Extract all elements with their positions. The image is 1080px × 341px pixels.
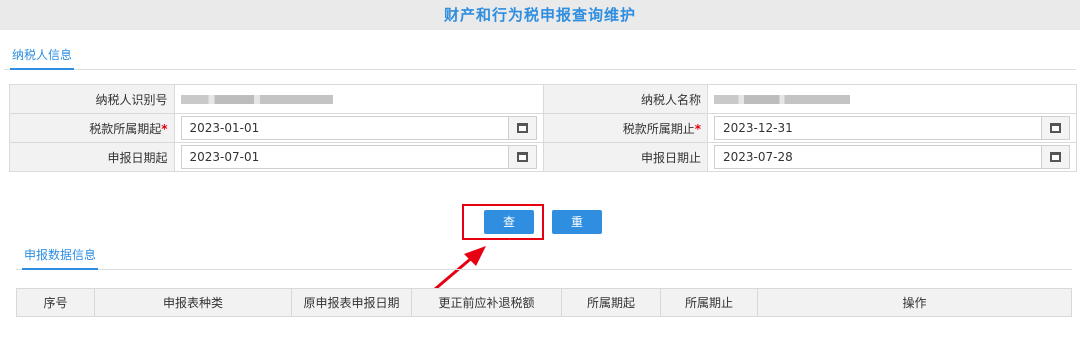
tab-taxpayer-info[interactable]: 纳税人信息	[10, 44, 75, 70]
column-header: 所属期起	[561, 288, 661, 317]
column-header: 原申报表申报日期	[291, 288, 412, 317]
taxpayer-name-value	[707, 84, 1077, 114]
taxpayer-tab-strip: 纳税人信息	[4, 44, 1076, 70]
query-form: 纳税人识别号 纳税人名称 税款所属期起* 税款所属期止* 申报日期起	[9, 84, 1077, 172]
period-end-input[interactable]	[715, 117, 1033, 139]
taxpayer-id-label: 纳税人识别号	[9, 84, 175, 114]
period-start-field	[180, 116, 537, 140]
tab-declaration-data[interactable]: 申报数据信息	[22, 244, 99, 270]
declare-end-calendar-button[interactable]	[1041, 146, 1069, 168]
calendar-icon	[1050, 123, 1061, 133]
column-header: 申报表种类	[94, 288, 292, 317]
result-grid-header: 序号 申报表种类 原申报表申报日期 更正前应补退税额 所属期起 所属期止 操作	[16, 288, 1072, 317]
period-start-label-text: 税款所属期起	[89, 121, 162, 136]
declare-start-input[interactable]	[181, 146, 500, 168]
declare-start-calendar-button[interactable]	[507, 146, 536, 168]
period-end-label: 税款所属期止*	[542, 113, 708, 143]
declare-start-label: 申报日期起	[9, 142, 175, 172]
declare-start-field	[180, 145, 537, 169]
declare-end-input[interactable]	[715, 146, 1033, 168]
column-header: 操作	[757, 288, 1072, 317]
masked-taxpayer-name	[714, 95, 850, 104]
calendar-icon	[516, 152, 528, 162]
period-start-input[interactable]	[181, 117, 500, 139]
declare-end-field	[714, 145, 1070, 169]
query-button[interactable]: 查询	[484, 210, 534, 253]
column-header: 所属期止	[660, 288, 758, 317]
period-start-label: 税款所属期起*	[9, 113, 175, 143]
period-end-field	[714, 116, 1070, 140]
calendar-icon	[516, 123, 528, 133]
period-start-calendar-button[interactable]	[507, 117, 536, 139]
taxpayer-id-value	[173, 84, 544, 114]
declare-end-label: 申报日期止	[542, 142, 708, 172]
masked-taxpayer-id	[180, 95, 333, 104]
required-mark: *	[161, 121, 168, 136]
period-end-calendar-button[interactable]	[1041, 117, 1069, 139]
period-end-label-text: 税款所属期止	[622, 121, 695, 136]
column-header: 序号	[16, 288, 95, 317]
title-bar: 财产和行为税申报查询维护	[0, 0, 1080, 30]
page-title: 财产和行为税申报查询维护	[443, 6, 636, 24]
column-header: 更正前应补退税额	[411, 288, 562, 317]
required-mark: *	[694, 121, 701, 136]
taxpayer-name-label: 纳税人名称	[542, 84, 708, 114]
calendar-icon	[1050, 152, 1061, 162]
reset-button[interactable]: 重置	[552, 210, 602, 253]
data-tab-strip: 申报数据信息	[16, 244, 1072, 270]
